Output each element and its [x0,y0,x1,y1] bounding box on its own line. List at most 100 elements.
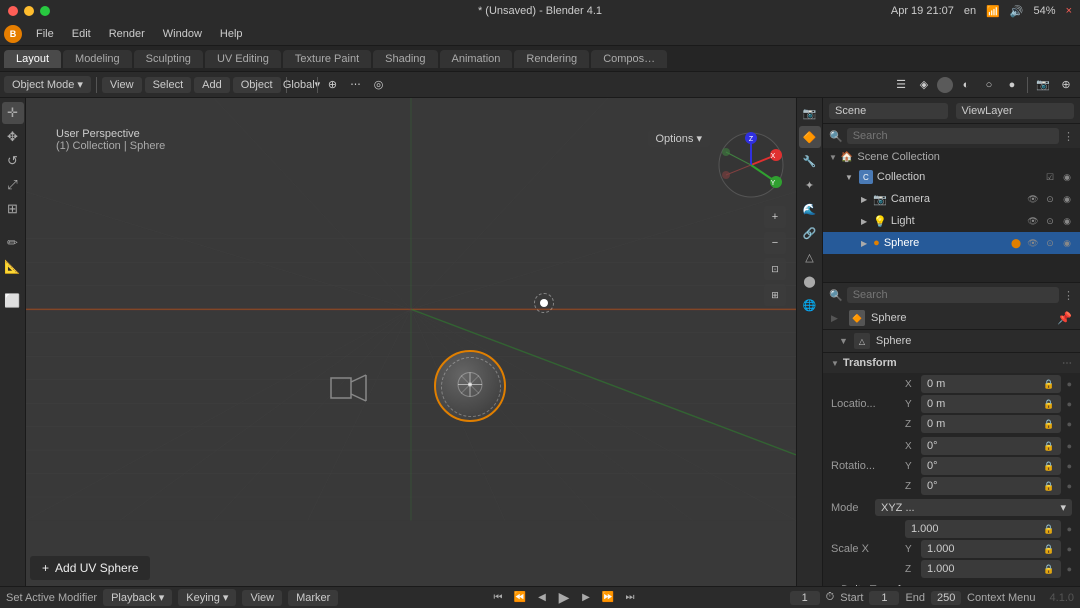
object-menu[interactable]: Object [233,77,281,93]
zoom-in-btn[interactable]: + [764,206,786,228]
scale-y-field[interactable]: 1.000 🔒 [921,540,1061,558]
view-menu-bottom[interactable]: View [242,590,282,606]
outliner-sphere-row[interactable]: ▶ ● Sphere ⬤ 👁 ⊙ ◉ [823,232,1080,254]
nav-perspective-btn[interactable]: ⊡ [764,258,786,280]
col-render-icon[interactable]: ◉ [1060,170,1074,184]
options-button[interactable]: Options ▾ [648,130,711,147]
rot-y-lock[interactable]: 🔒 [1043,461,1054,472]
scale-tool[interactable]: ⤢ [2,174,24,196]
rot-x-anim[interactable]: ● [1067,441,1072,451]
loc-z-anim[interactable]: ● [1067,419,1072,429]
prop-material-btn[interactable]: ⬤ [799,270,821,292]
loc-z-lock[interactable]: 🔒 [1043,419,1054,430]
scale-y-anim[interactable]: ● [1067,544,1072,554]
viewlayer-selector[interactable]: ViewLayer [956,103,1075,119]
jump-start-btn[interactable]: ⏮ [489,589,507,607]
mesh-expand-icon[interactable]: ▼ [839,336,848,346]
prop-modifier-btn[interactable]: 🔧 [799,150,821,172]
start-frame-input[interactable]: 1 [869,591,899,605]
tab-rendering[interactable]: Rendering [514,50,589,68]
prop-pin-button[interactable]: 📌 [1057,311,1072,325]
prop-filter-icon[interactable]: ⋮ [1063,289,1074,302]
scale-z-anim[interactable]: ● [1067,564,1072,574]
menu-render[interactable]: Render [101,26,153,42]
menu-help[interactable]: Help [212,26,251,42]
prop-object-btn[interactable]: 🔶 [799,126,821,148]
shading-rendered[interactable]: ○ [979,75,999,95]
select-menu[interactable]: Select [145,77,192,93]
maximize-dot[interactable] [40,6,50,16]
current-frame-input[interactable]: 1 [790,591,820,605]
viewport-3d[interactable]: User Perspective (1) Collection | Sphere [26,98,796,586]
shading-material[interactable]: ◐ [956,75,976,95]
sphere-render-icon[interactable]: ◉ [1060,236,1074,250]
overlay-icon[interactable]: ☰ [891,75,911,95]
gizmo-icon[interactable]: ⊕ [1056,75,1076,95]
mode-select-dropdown[interactable]: XYZ ... ▾ [875,499,1072,516]
rotate-tool[interactable]: ↺ [2,150,24,172]
xray-icon[interactable]: ◈ [914,75,934,95]
scale-x-lock[interactable]: 🔒 [1043,524,1054,535]
outliner-search-input[interactable] [847,128,1059,144]
loc-x-anim[interactable]: ● [1067,379,1072,389]
annotate-tool[interactable]: ✏ [2,232,24,254]
rot-y-anim[interactable]: ● [1067,461,1072,471]
nav-local-btn[interactable]: ⊞ [764,284,786,306]
scale-x-anim[interactable]: ● [1067,524,1072,534]
col-viewport-icon[interactable]: ☑ [1043,170,1057,184]
prop-world-btn[interactable]: 🌐 [799,294,821,316]
rotation-x-field[interactable]: 0° 🔒 [921,437,1061,455]
prev-frame-btn[interactable]: ⏪ [511,589,529,607]
move-tool[interactable]: ✥ [2,126,24,148]
proportional-icon[interactable]: ◎ [369,75,389,95]
keying-menu[interactable]: Keying ▾ [178,589,236,606]
rot-x-lock[interactable]: 🔒 [1043,441,1054,452]
scale-y-lock[interactable]: 🔒 [1043,544,1054,555]
next-frame-btn[interactable]: ⏩ [599,589,617,607]
filter-icon[interactable]: ⋮ [1063,130,1074,143]
shading-eevee[interactable]: ● [1002,75,1022,95]
scale-z-lock[interactable]: 🔒 [1043,564,1054,575]
add-uv-sphere-button[interactable]: + Add UV Sphere [30,556,150,580]
loc-y-anim[interactable]: ● [1067,399,1072,409]
prop-scene-btn[interactable]: 📷 [799,102,821,124]
light-viewport-icon[interactable]: 👁 [1026,214,1040,228]
blender-logo[interactable]: B [4,25,22,43]
scene-collection-row[interactable]: ▼ 🏠 Scene Collection [823,148,1080,166]
delta-transform-section[interactable]: ▶ Delta Transform [823,580,1080,586]
prop-particles-btn[interactable]: ✦ [799,174,821,196]
menu-window[interactable]: Window [155,26,210,42]
playback-menu[interactable]: Playback ▾ [103,589,172,606]
sphere-select-icon[interactable]: ⊙ [1043,236,1057,250]
cam-viewport-icon[interactable]: 👁 [1026,192,1040,206]
snap-icon[interactable]: ⋅⋅⋅ [346,75,366,95]
view-menu[interactable]: View [102,77,142,93]
sphere-restrict-icon[interactable]: ⬤ [1009,236,1023,250]
shading-solid[interactable] [937,77,953,93]
tab-texture-paint[interactable]: Texture Paint [283,50,371,68]
mode-selector[interactable]: Object Mode ▾ [4,76,91,93]
next-key-btn[interactable]: ▶ [577,589,595,607]
cam-select-icon[interactable]: ⊙ [1043,192,1057,206]
menu-file[interactable]: File [28,26,62,42]
sphere-viewport-icon[interactable]: 👁 [1026,236,1040,250]
transform-icon[interactable]: ⊕ [323,75,343,95]
viewport-gizmo[interactable]: X Y Z [716,130,786,200]
scale-x-field[interactable]: 1.000 🔒 [905,520,1061,538]
tab-shading[interactable]: Shading [373,50,437,68]
global-selector[interactable]: Global ▾ [292,75,312,95]
minimize-dot[interactable] [24,6,34,16]
cam-render-icon[interactable]: ◉ [1060,192,1074,206]
prop-constraints-btn[interactable]: 🔗 [799,222,821,244]
play-btn[interactable]: ▶ [555,589,573,607]
transform-tool[interactable]: ⊞ [2,198,24,220]
rot-z-lock[interactable]: 🔒 [1043,481,1054,492]
prev-key-btn[interactable]: ◀ [533,589,551,607]
window-controls[interactable] [8,6,86,16]
tab-layout[interactable]: Layout [4,50,61,68]
measure-tool[interactable]: 📐 [2,256,24,278]
prop-physics-btn[interactable]: 🌊 [799,198,821,220]
zoom-out-btn[interactable]: − [764,232,786,254]
prop-data-btn[interactable]: △ [799,246,821,268]
scene-selector[interactable]: Scene [829,103,948,119]
